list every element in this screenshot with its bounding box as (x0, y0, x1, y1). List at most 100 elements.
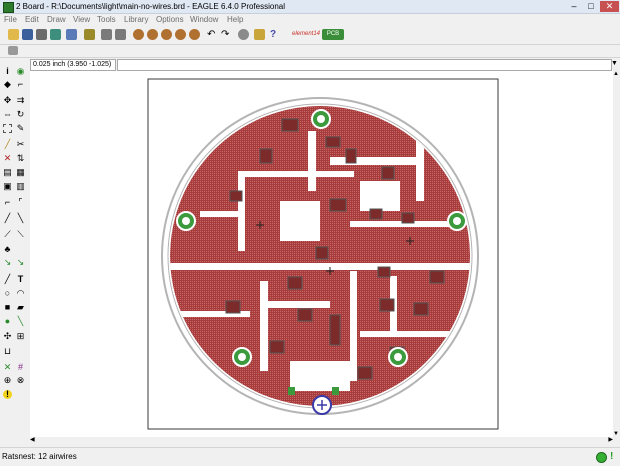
zoom-in-icon[interactable] (147, 29, 158, 40)
component (401, 212, 415, 224)
status-warning-icon[interactable]: ! (610, 451, 613, 462)
pcb-layout[interactable] (30, 71, 613, 437)
change-icon[interactable]: ✎ (16, 124, 25, 133)
menu-file[interactable]: File (4, 15, 17, 24)
minimize-button[interactable]: – (566, 1, 582, 12)
text-tool-icon[interactable]: ⟍ (16, 230, 25, 239)
polygon-icon[interactable]: ▰ (16, 303, 25, 312)
zoom-out-icon[interactable] (161, 29, 172, 40)
component (429, 270, 445, 284)
pad-icon[interactable]: ● (3, 317, 12, 326)
zoom-redraw-icon[interactable] (175, 29, 186, 40)
menu-library[interactable]: Library (124, 15, 148, 24)
menu-window[interactable]: Window (190, 15, 218, 24)
wire-icon[interactable]: ⟋ (3, 230, 12, 239)
autorouter-icon[interactable]: ✕ (3, 363, 12, 372)
rect-icon[interactable]: ■ (3, 303, 12, 312)
lock-icon[interactable]: ▦ (16, 168, 25, 177)
via-icon[interactable]: ↘ (16, 258, 25, 267)
grid-icon[interactable]: # (16, 363, 25, 372)
copy-icon[interactable]: ⇉ (16, 96, 25, 105)
mark-icon[interactable]: ⌐ (16, 80, 25, 89)
menu-draw[interactable]: Draw (47, 15, 66, 24)
command-toolbar: i ◉ ◆ ⌐ ✥ ⇉ ⇔ ↻ ✎ ╱ ✂ ✕ ⇅ ▤ ▦ ▣ ▥ ⌐ ⌜ ╱ … (0, 64, 29, 442)
paste-icon[interactable]: ╱ (3, 140, 12, 149)
window-title: 2 Board - R:\Documents\light\main-no-wir… (16, 2, 286, 11)
ulp-icon[interactable] (115, 29, 126, 40)
search-icon[interactable]: ⊗ (16, 376, 25, 385)
arc-icon[interactable]: ◠ (16, 289, 25, 298)
command-input[interactable] (117, 59, 612, 71)
zoom-fit-icon[interactable] (133, 29, 144, 40)
cam-icon[interactable] (50, 29, 61, 40)
add-icon[interactable]: ✕ (3, 154, 12, 163)
attribute-icon[interactable]: ♣ (3, 245, 12, 254)
info-icon[interactable]: i (3, 67, 12, 76)
replace-icon[interactable]: ▤ (3, 168, 12, 177)
print-icon[interactable] (36, 29, 47, 40)
zoom-area-icon[interactable] (189, 29, 200, 40)
board-canvas[interactable] (30, 71, 613, 437)
pcb-quote-icon[interactable]: PCB (322, 29, 344, 40)
group-icon[interactable] (3, 124, 12, 133)
menu-edit[interactable]: Edit (25, 15, 39, 24)
hole-icon[interactable]: ✣ (3, 332, 12, 341)
show-icon[interactable]: ◉ (16, 67, 25, 76)
optimize-icon[interactable]: ▥ (16, 182, 25, 191)
scroll-down-icon[interactable]: ▼ (613, 431, 619, 437)
rotate-icon[interactable]: ↻ (16, 110, 25, 119)
vertical-scrollbar[interactable]: ▲ ▼ (613, 71, 620, 437)
save-icon[interactable] (22, 29, 33, 40)
layer-grid-icon[interactable] (8, 46, 18, 55)
mirror-icon[interactable]: ⇔ (3, 110, 12, 119)
menu-view[interactable]: View (73, 15, 90, 24)
menu-options[interactable]: Options (156, 15, 184, 24)
help-icon[interactable]: ? (270, 29, 281, 40)
ratsnest-icon[interactable]: ⊔ (3, 347, 12, 356)
component (225, 300, 241, 314)
open-icon[interactable] (8, 29, 19, 40)
schematic-icon[interactable] (66, 29, 77, 40)
split-icon[interactable]: ▣ (3, 182, 12, 191)
library-icon[interactable] (84, 29, 95, 40)
script-icon[interactable] (101, 29, 112, 40)
close-button[interactable]: ✕ (600, 1, 619, 12)
move-icon[interactable]: ✥ (3, 96, 12, 105)
signal-icon[interactable]: ↘ (3, 258, 12, 267)
isolation-gap (350, 221, 450, 227)
line-icon[interactable]: ╱ (3, 275, 12, 284)
smd-icon[interactable]: ╲ (16, 317, 25, 326)
miter-icon[interactable]: ⌐ (3, 198, 12, 207)
scroll-left-icon[interactable]: ◀ (30, 436, 35, 443)
cadsoft-logo[interactable]: element14 (292, 29, 320, 40)
ripup-icon[interactable]: ╱ (3, 214, 12, 223)
connector-pad (332, 387, 339, 395)
mounting-hole-drill (182, 217, 190, 225)
go-icon[interactable] (254, 29, 265, 40)
scroll-right-icon[interactable]: ▶ (608, 436, 613, 443)
route-icon[interactable]: ╲ (16, 214, 25, 223)
isolation-gap (260, 281, 268, 371)
coordinate-display: 0.025 inch (3.950 -1.025) (30, 59, 116, 71)
scroll-up-icon[interactable]: ▲ (613, 71, 619, 77)
eagle-app-icon (3, 2, 14, 13)
undo-icon[interactable]: ↶ (207, 29, 218, 40)
drc-icon[interactable]: ⊕ (3, 376, 12, 385)
command-bar: 0.025 inch (3.950 -1.025) ▼ (0, 59, 620, 71)
errors-icon[interactable]: ! (3, 390, 12, 399)
delete-icon[interactable]: ✂ (16, 140, 25, 149)
menu-help[interactable]: Help (227, 15, 243, 24)
dimension-icon[interactable]: ⊞ (16, 332, 25, 341)
text-icon[interactable]: T (16, 275, 25, 284)
stop-icon[interactable] (238, 29, 249, 40)
component (329, 198, 347, 212)
pinswap-icon[interactable]: ⇅ (16, 154, 25, 163)
circle-icon[interactable]: ○ (3, 289, 12, 298)
display-icon[interactable]: ◆ (3, 80, 12, 89)
redo-icon[interactable]: ↷ (221, 29, 232, 40)
menu-tools[interactable]: Tools (97, 15, 116, 24)
command-history-dropdown-icon[interactable]: ▼ (611, 60, 618, 67)
smash-icon[interactable]: ⌜ (16, 198, 25, 207)
maximize-button[interactable]: □ (583, 1, 599, 12)
horizontal-scrollbar[interactable]: ◀ ▶ (30, 437, 613, 444)
